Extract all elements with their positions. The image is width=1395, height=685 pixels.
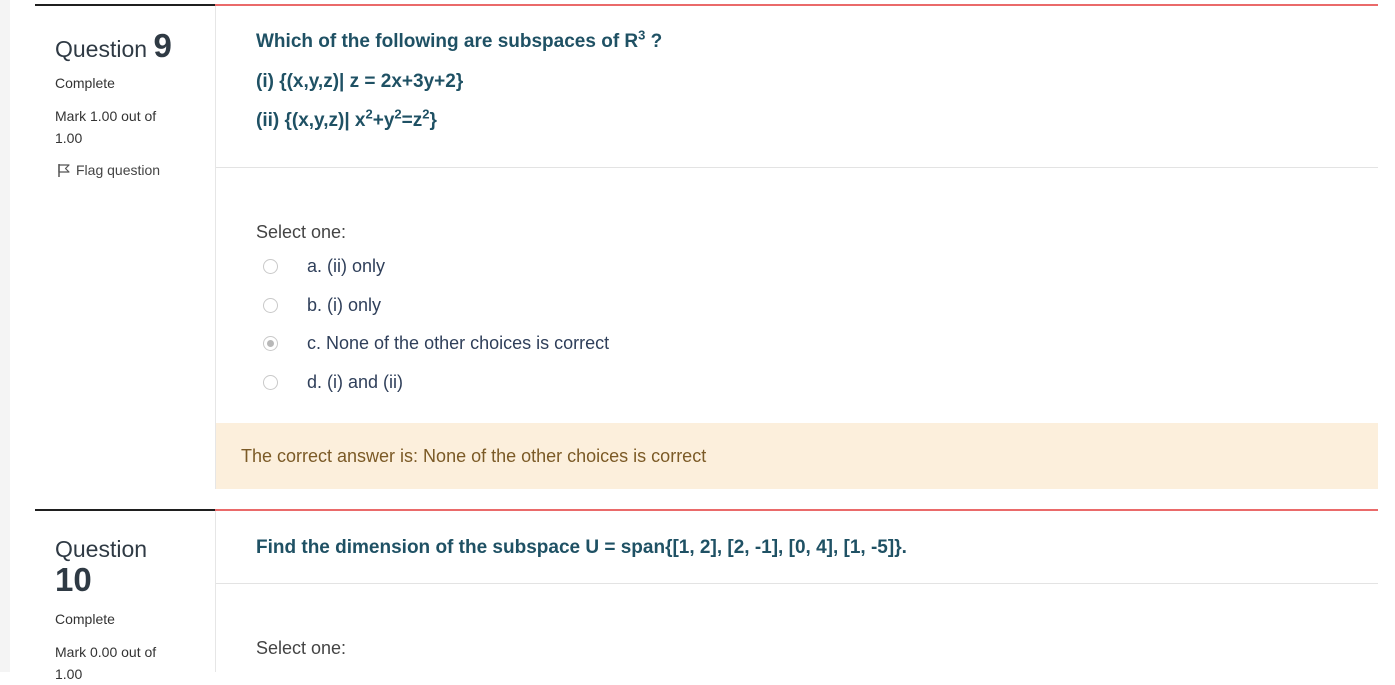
q9-question-text-line1: Which of the following are subspaces of … xyxy=(256,29,662,55)
correct-answer-text: The correct answer is: None of the other… xyxy=(241,445,707,466)
q10-content-top-border xyxy=(215,509,1378,511)
q9-line3-b: +y xyxy=(372,110,395,131)
q9-line3-sup2: 2 xyxy=(394,106,402,122)
q9-divider xyxy=(215,6,216,489)
q9-line3-d: } xyxy=(429,110,437,131)
option-label: a. (ii) only xyxy=(307,255,386,276)
q9-question-separator xyxy=(216,167,1378,168)
q10-state: Complete xyxy=(55,611,115,627)
q9-select-one-label: Select one: xyxy=(256,222,347,242)
q9-question-text-line2: (i) {(x,y,z)| z = 2x+3y+2} xyxy=(256,71,464,92)
radio-icon[interactable] xyxy=(263,374,278,390)
q10-mark: Mark 0.00 out of 1.00 xyxy=(55,644,157,682)
page-left-strip xyxy=(0,0,10,672)
q9-option-d[interactable]: d. (i) and (ii) xyxy=(263,369,403,395)
question-number: 10 xyxy=(55,561,92,598)
q9-feedback: The correct answer is: None of the other… xyxy=(216,423,1378,489)
radio-icon[interactable] xyxy=(263,297,278,313)
q10-info-top-border xyxy=(35,509,215,511)
q9-question-text-line3: (ii) {(x,y,z)| x2+y2=z2} xyxy=(256,108,437,134)
flag-question-label: Flag question xyxy=(76,162,161,178)
flag-icon xyxy=(58,163,70,177)
q9-flag-question[interactable]: Flag question xyxy=(57,159,160,181)
option-label: c. None of the other choices is correct xyxy=(307,332,610,353)
question-label: Question xyxy=(55,36,148,62)
radio-icon[interactable] xyxy=(263,258,278,274)
q9-line1-text: Which of the following are subspaces of … xyxy=(256,31,639,52)
q9-info-top-border xyxy=(35,4,215,6)
q9-line3-sup1: 2 xyxy=(365,106,373,122)
q10-question-separator xyxy=(216,583,1378,584)
option-label: b. (i) only xyxy=(307,294,382,315)
q9-line3-c: =z xyxy=(401,110,423,131)
q9-mark: Mark 1.00 out of 1.00 xyxy=(55,108,157,146)
q9-option-b[interactable]: b. (i) only xyxy=(263,292,381,318)
question-number: 9 xyxy=(153,27,172,64)
q9-title: Question 9 xyxy=(55,29,172,63)
q9-option-a[interactable]: a. (ii) only xyxy=(263,253,385,279)
question-label: Question xyxy=(55,536,148,562)
q10-divider xyxy=(215,511,216,672)
q9-line3-a: (ii) {(x,y,z)| x xyxy=(256,110,366,131)
q10-select-one-label: Select one: xyxy=(256,638,347,658)
q9-state: Complete xyxy=(55,75,115,91)
option-label: d. (i) and (ii) xyxy=(307,371,404,392)
q9-option-c[interactable]: c. None of the other choices is correct xyxy=(263,330,609,356)
q10-question-text: Find the dimension of the subspace U = s… xyxy=(256,537,907,558)
q10-title: Question 10 xyxy=(55,535,147,597)
q9-content-top-border xyxy=(215,4,1378,6)
q9-line1-post: ? xyxy=(645,31,663,52)
radio-icon-selected[interactable] xyxy=(263,335,278,351)
